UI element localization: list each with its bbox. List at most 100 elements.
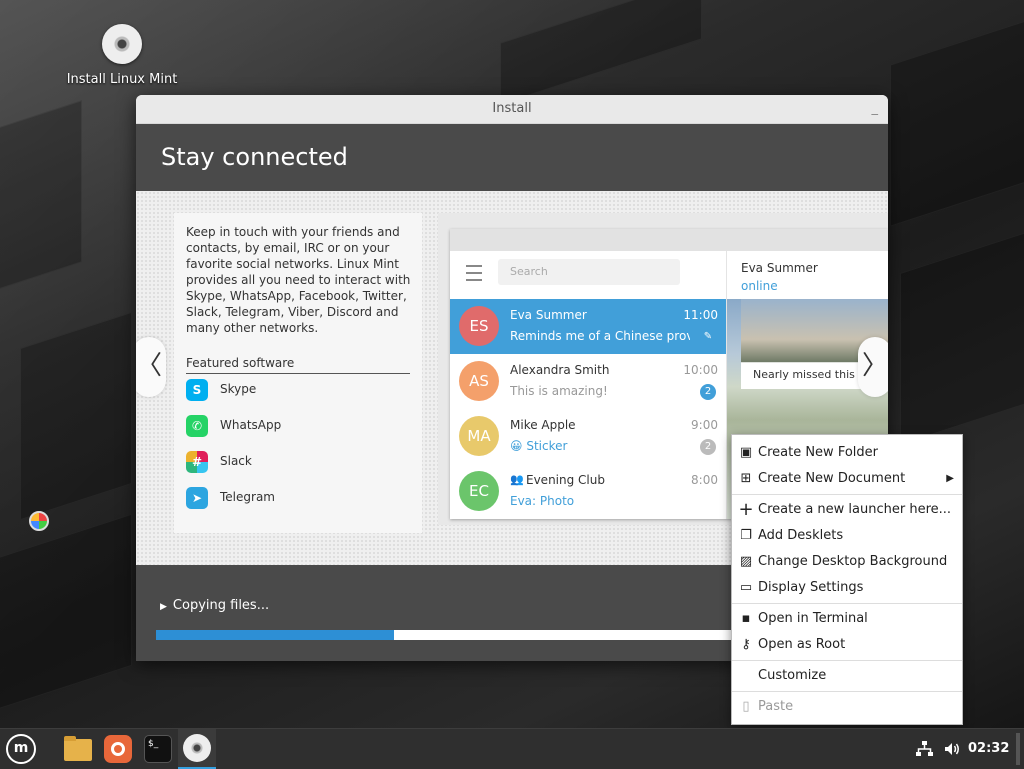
chat-time: 9:00 <box>691 418 718 432</box>
files-launcher[interactable] <box>62 733 94 765</box>
disc-icon <box>183 734 211 762</box>
window-titlebar[interactable]: Install _ <box>136 95 888 124</box>
menu-item-label: Create a new launcher here... <box>758 502 952 517</box>
volume-icon[interactable] <box>942 739 962 759</box>
menu-item-display-settings[interactable]: ▭ Display Settings <box>732 575 962 601</box>
menu-separator <box>732 603 962 604</box>
firefox-launcher[interactable] <box>102 733 134 765</box>
menu-item-label: Add Desklets <box>758 528 844 543</box>
chat-item: EC Evening Club 👥 Eva: Photo 8:00 <box>450 464 726 519</box>
chat-item: ES Eva Summer Reminds me of a Chinese pr… <box>450 299 726 354</box>
progress-fill <box>156 630 394 640</box>
menu-item-create-new-folder[interactable]: ▣ Create New Folder <box>732 440 962 466</box>
chat-name: Eva Summer <box>510 308 587 322</box>
mint-desklet-icon[interactable] <box>29 511 49 531</box>
chat-time: 10:00 <box>683 363 718 377</box>
avatar: EC <box>459 471 499 511</box>
desktop-context-menu: ▣ Create New Folder ⊞ Create New Documen… <box>731 434 963 725</box>
firefox-icon <box>104 735 132 763</box>
menu-item-customize[interactable]: Customize <box>732 663 962 689</box>
chat-item: AS Alexandra Smith This is amazing! 10:0… <box>450 354 726 409</box>
menu-button[interactable]: m <box>0 729 44 769</box>
menu-item-create-launcher[interactable]: + Create a new launcher here... <box>732 497 962 523</box>
featured-item-label: Telegram <box>220 490 275 504</box>
image-icon: ▨ <box>739 554 753 569</box>
installer-task-button[interactable] <box>178 729 216 769</box>
unread-badge: 2 <box>700 439 716 455</box>
conversation-name: Eva Summer <box>741 261 818 275</box>
menu-item-label: Display Settings <box>758 580 864 595</box>
terminal-icon: $_ <box>144 735 172 763</box>
chat-name: Alexandra Smith <box>510 363 610 377</box>
pin-icon: ✎ <box>703 331 713 342</box>
slide-description: Keep in touch with your friends and cont… <box>186 225 411 335</box>
avatar: AS <box>459 361 499 401</box>
clipboard-icon: ▯ <box>742 699 750 714</box>
install-linux-mint-icon[interactable]: Install Linux Mint <box>62 24 182 87</box>
menu-separator <box>732 691 962 692</box>
menu-item-open-in-terminal[interactable]: ▪ Open in Terminal <box>732 606 962 632</box>
telegram-search: Search <box>498 259 680 285</box>
folder-add-icon: ▣ <box>739 445 753 460</box>
chat-time: 8:00 <box>691 473 718 487</box>
menu-item-change-background[interactable]: ▨ Change Desktop Background <box>732 549 962 575</box>
minimize-button[interactable]: _ <box>872 95 879 123</box>
chat-name: Mike Apple <box>510 418 576 432</box>
menu-item-open-as-root[interactable]: ⚷ Open as Root <box>732 632 962 658</box>
telegram-titlebar <box>450 229 888 251</box>
chat-time: 11:00 <box>683 308 718 322</box>
menu-item-create-new-document[interactable]: ⊞ Create New Document ▶ <box>732 466 962 492</box>
disc-icon <box>102 24 142 64</box>
menu-item-label: Create New Document <box>758 471 906 486</box>
featured-item-label: WhatsApp <box>220 418 282 432</box>
featured-item-label: Skype <box>220 382 257 396</box>
menu-item-paste: ▯ Paste <box>732 694 962 720</box>
network-icon[interactable] <box>914 739 934 759</box>
chat-name: Evening Club <box>526 473 605 487</box>
menu-item-add-desklets[interactable]: ❐ Add Desklets <box>732 523 962 549</box>
display-icon: ▭ <box>739 580 753 595</box>
telegram-icon: ➤ <box>186 486 208 509</box>
clock[interactable]: 02:32 <box>968 729 1009 769</box>
menu-item-label: Create New Folder <box>758 445 878 460</box>
menu-item-label: Paste <box>758 699 794 714</box>
skype-icon: S <box>186 378 208 401</box>
slack-icon: # <box>186 450 208 473</box>
hamburger-menu-icon <box>466 265 482 281</box>
chat-item: MA Mike Apple 😀 Sticker 9:00 2 <box>450 409 726 464</box>
featured-item-telegram: ➤ Telegram <box>186 485 275 509</box>
expander-arrow-icon: ▶ <box>160 602 167 612</box>
info-panel: Keep in touch with your friends and cont… <box>174 213 422 533</box>
chat-message: This is amazing! <box>510 384 608 398</box>
menu-item-label: Open in Terminal <box>758 611 868 626</box>
chat-message: 😀 Sticker <box>510 439 568 453</box>
featured-item-whatsapp: ✆ WhatsApp <box>186 413 281 437</box>
featured-item-slack: # Slack <box>186 449 252 473</box>
progress-label[interactable]: ▶ Copying files... <box>160 598 269 613</box>
folder-tab-icon <box>64 736 76 741</box>
terminal-icon: ▪ <box>741 611 751 626</box>
terminal-launcher[interactable]: $_ <box>142 733 174 765</box>
desklet-icon: ❐ <box>740 528 752 543</box>
next-slide-button[interactable]: 〉 <box>858 337 888 397</box>
linux-mint-logo-icon: m <box>6 734 36 764</box>
previous-slide-button[interactable]: 〈 <box>136 337 166 397</box>
menu-separator <box>732 494 962 495</box>
install-linux-mint-label: Install Linux Mint <box>66 72 178 87</box>
window-title: Install <box>492 101 532 116</box>
chat-message: Eva: Photo <box>510 494 575 508</box>
taskbar: m $_ 02:32 <box>0 728 1024 769</box>
document-add-icon: ⊞ <box>740 471 752 486</box>
chat-message: Reminds me of a Chinese prover... <box>510 329 690 343</box>
telegram-chat-list: Search ES Eva Summer Reminds me of a Chi… <box>450 251 727 519</box>
show-desktop-button[interactable] <box>1016 733 1020 765</box>
featured-item-label: Slack <box>220 454 252 468</box>
menu-item-label: Change Desktop Background <box>758 554 948 569</box>
conversation-status: online <box>741 279 778 293</box>
folder-icon <box>64 739 92 761</box>
featured-software-heading: Featured software <box>186 356 410 374</box>
page-title: Stay connected <box>136 124 888 191</box>
menu-item-label: Open as Root <box>758 637 846 652</box>
key-icon: ⚷ <box>741 637 751 652</box>
photo-caption: Nearly missed this s <box>753 368 865 381</box>
